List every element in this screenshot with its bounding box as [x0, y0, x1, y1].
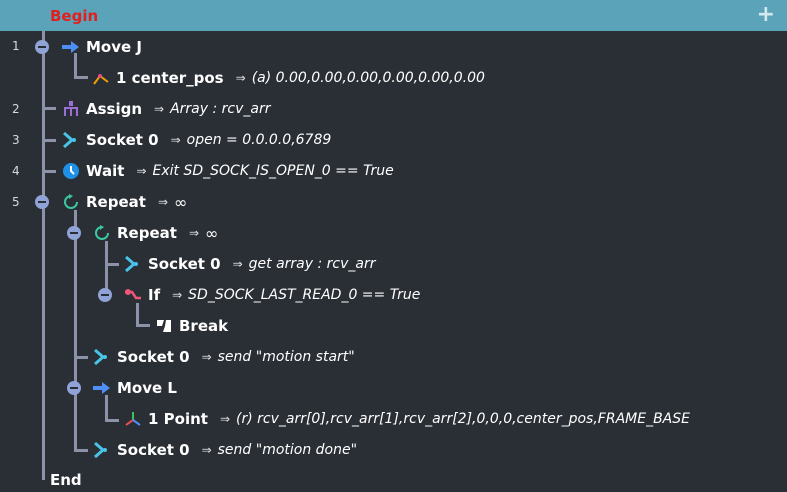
- command-param: get array : rcv_arr: [248, 256, 376, 272]
- command-row-if[interactable]: If ⇒ SD_SOCK_LAST_READ_0 == True: [124, 283, 420, 307]
- command-label: Socket 0: [117, 441, 190, 459]
- command-row-assign[interactable]: Assign ⇒ Array : rcv_arr: [62, 97, 271, 121]
- tree-line-h: [74, 76, 88, 79]
- repeat-icon: [93, 224, 111, 242]
- program-header: Begin +: [0, 0, 787, 31]
- command-param: Array : rcv_arr: [170, 101, 271, 117]
- command-label: Socket 0: [86, 131, 159, 149]
- arrow-right-icon: [62, 38, 80, 56]
- command-label: Socket 0: [117, 348, 190, 366]
- command-row-socket-get[interactable]: Socket 0 ⇒ get array : rcv_arr: [124, 252, 375, 276]
- branch-icon: [124, 286, 142, 304]
- tree-line-repeat-outer: [74, 210, 77, 452]
- arrow-symbol: ⇒: [136, 164, 147, 178]
- arrow-symbol: ⇒: [154, 102, 165, 116]
- joint-pose-icon: [92, 69, 110, 87]
- tree-line-h: [74, 449, 88, 452]
- command-row-repeat-inner[interactable]: Repeat ⇒ ∞: [93, 221, 218, 245]
- assign-icon: [62, 100, 80, 118]
- command-row-move-j[interactable]: Move J: [62, 35, 154, 59]
- break-icon: [155, 317, 173, 335]
- arrow-symbol: ⇒: [188, 226, 199, 240]
- socket-icon: [62, 131, 80, 149]
- tree-line-h: [105, 263, 119, 266]
- axis-frame-icon: [124, 410, 142, 428]
- arrow-symbol: ⇒: [235, 71, 246, 85]
- repeat-icon: [62, 193, 80, 211]
- collapse-toggle-move-l[interactable]: [67, 381, 81, 395]
- end-label[interactable]: End: [50, 470, 82, 490]
- command-row-repeat-outer[interactable]: Repeat ⇒ ∞: [62, 190, 187, 214]
- tree-line-h: [136, 324, 150, 327]
- command-row-point[interactable]: 1 Point ⇒ (r) rcv_arr[0],rcv_arr[1],rcv_…: [124, 407, 690, 431]
- command-label: Break: [179, 317, 229, 335]
- command-param: ∞: [174, 192, 188, 212]
- command-row-wait[interactable]: Wait ⇒ Exit SD_SOCK_IS_OPEN_0 == True: [62, 159, 394, 183]
- tree-line-root: [42, 31, 45, 480]
- clock-icon: [62, 162, 80, 180]
- line-number: 5: [12, 195, 20, 209]
- command-param: (a) 0.00,0.00,0.00,0.00,0.00,0.00: [251, 70, 485, 86]
- line-number: 4: [12, 164, 20, 178]
- tree-line-h: [42, 107, 56, 110]
- add-icon[interactable]: +: [757, 3, 775, 27]
- command-label: If: [148, 286, 161, 304]
- command-label: Wait: [86, 162, 125, 180]
- command-label: Assign: [86, 100, 143, 118]
- line-number: 2: [12, 102, 20, 116]
- command-param: (r) rcv_arr[0],rcv_arr[1],rcv_arr[2],0,0…: [236, 411, 690, 427]
- command-param: ∞: [205, 223, 219, 243]
- command-label: 1 center_pos: [116, 69, 224, 87]
- command-param: Exit SD_SOCK_IS_OPEN_0 == True: [152, 163, 394, 179]
- socket-icon: [93, 348, 111, 366]
- line-number: 1: [12, 39, 20, 53]
- command-label: Repeat: [86, 193, 146, 211]
- command-label: 1 Point: [148, 410, 208, 428]
- collapse-toggle-repeat-outer[interactable]: [35, 195, 49, 209]
- command-param: send "motion start": [217, 349, 355, 365]
- command-row-socket-send-done[interactable]: Socket 0 ⇒ send "motion done": [93, 438, 357, 462]
- arrow-right-icon: [93, 379, 111, 397]
- command-label: Repeat: [117, 224, 177, 242]
- arrow-symbol: ⇒: [157, 195, 168, 209]
- arrow-symbol: ⇒: [170, 133, 181, 147]
- collapse-toggle-move-j[interactable]: [35, 40, 49, 54]
- arrow-symbol: ⇒: [201, 443, 212, 457]
- command-row-move-l[interactable]: Move L: [93, 376, 189, 400]
- begin-label[interactable]: Begin: [50, 6, 98, 26]
- line-number: 3: [12, 133, 20, 147]
- command-row-break[interactable]: Break: [155, 314, 240, 338]
- command-param: open = 0.0.0.0,6789: [186, 132, 332, 148]
- socket-icon: [93, 441, 111, 459]
- arrow-symbol: ⇒: [172, 288, 183, 302]
- collapse-toggle-repeat-inner[interactable]: [67, 226, 81, 240]
- command-param: send "motion done": [217, 442, 358, 458]
- tree-line-h: [42, 139, 56, 142]
- tree-line-h: [74, 356, 88, 359]
- socket-icon: [124, 255, 142, 273]
- tree-line-h: [42, 170, 56, 173]
- command-row-center-pos[interactable]: 1 center_pos ⇒ (a) 0.00,0.00,0.00,0.00,0…: [92, 66, 485, 90]
- arrow-symbol: ⇒: [219, 412, 231, 426]
- command-param: SD_SOCK_LAST_READ_0 == True: [188, 287, 421, 303]
- command-label: Move J: [86, 38, 142, 56]
- command-row-socket-open[interactable]: Socket 0 ⇒ open = 0.0.0.0,6789: [62, 128, 331, 152]
- collapse-toggle-if[interactable]: [98, 288, 112, 302]
- tree-line-h: [105, 419, 119, 422]
- arrow-symbol: ⇒: [201, 350, 212, 364]
- arrow-symbol: ⇒: [232, 257, 243, 271]
- command-row-socket-send-start[interactable]: Socket 0 ⇒ send "motion start": [93, 345, 355, 369]
- command-label: Socket 0: [148, 255, 221, 273]
- command-label: Move L: [117, 379, 177, 397]
